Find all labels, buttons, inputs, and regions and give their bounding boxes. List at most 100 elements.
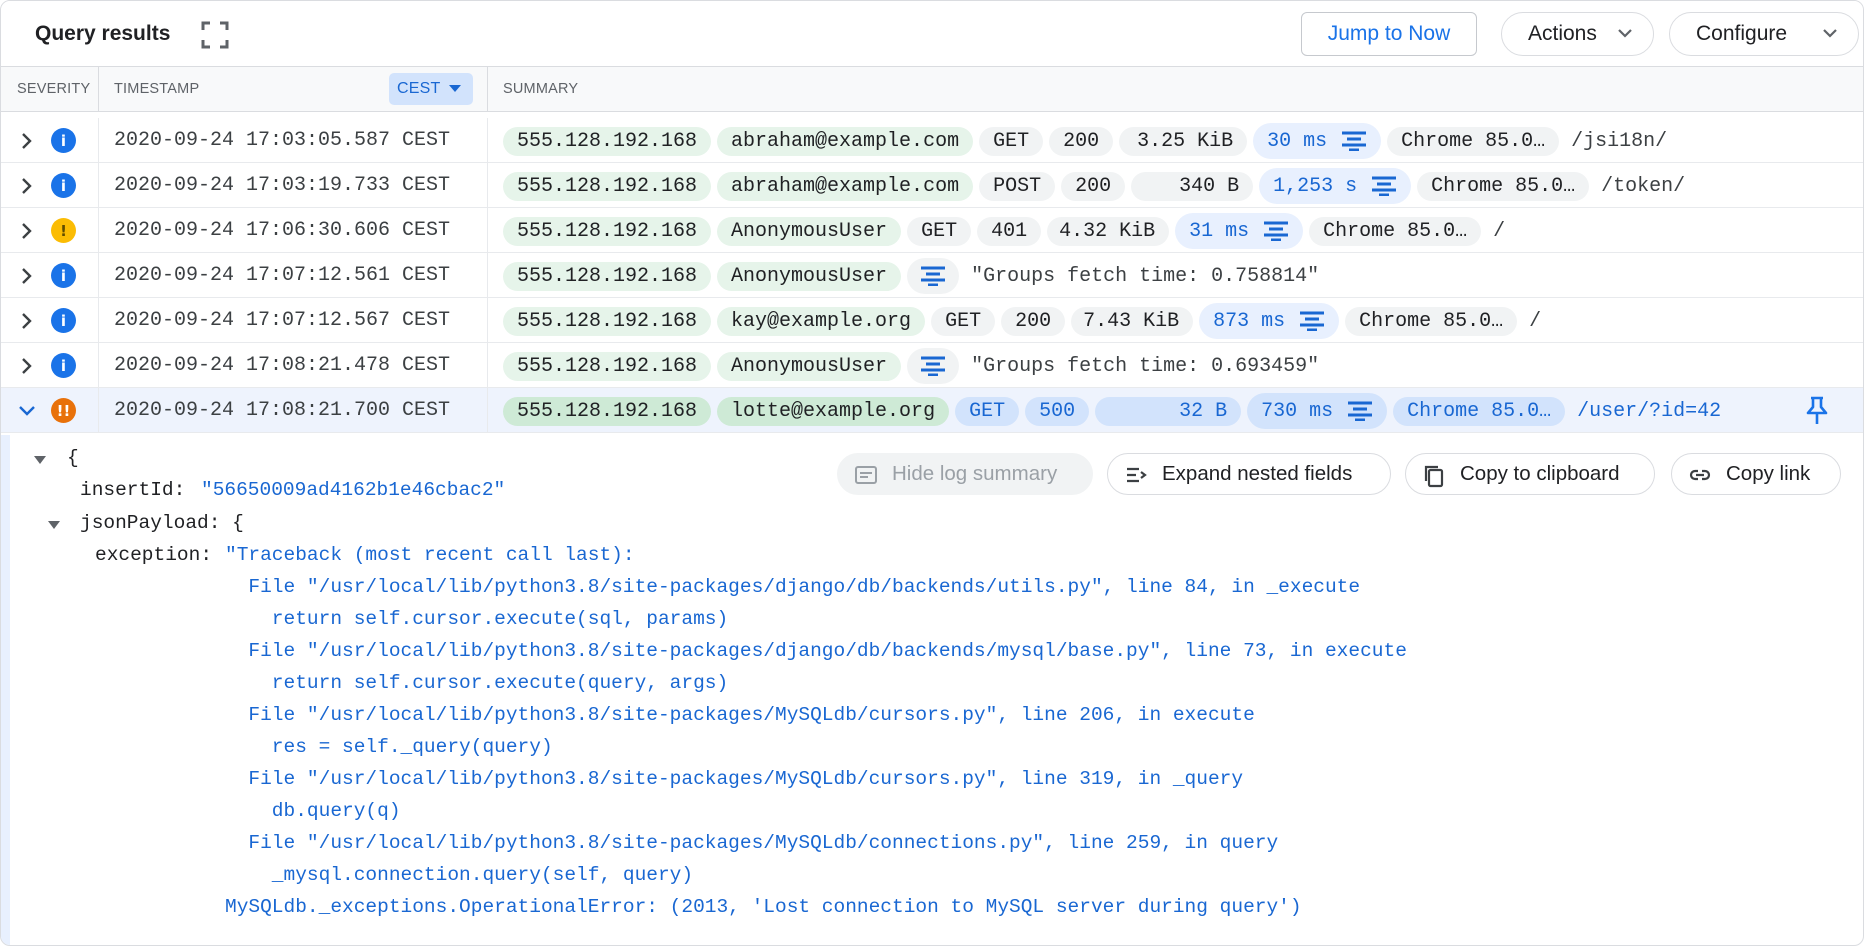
exception-line[interactable]: return self.cursor.execute(query, args) bbox=[225, 672, 728, 694]
insert-id-key: insertId: bbox=[80, 479, 186, 501]
column-divider[interactable] bbox=[98, 67, 99, 112]
chevron-right-icon[interactable] bbox=[17, 266, 37, 286]
exception-line[interactable]: File "/usr/local/lib/python3.8/site-pack… bbox=[225, 768, 1243, 790]
status-chip[interactable]: 401 bbox=[977, 216, 1042, 246]
chevron-right-icon[interactable] bbox=[17, 131, 37, 151]
chevron-right-icon[interactable] bbox=[17, 221, 37, 241]
user-chip[interactable]: abraham@example.com bbox=[717, 171, 974, 201]
column-divider[interactable] bbox=[487, 67, 488, 112]
request-path: /token/ bbox=[1601, 174, 1686, 198]
summary-expand-chip[interactable] bbox=[907, 258, 960, 294]
chevron-right-icon[interactable] bbox=[17, 311, 37, 331]
timestamp-column-header[interactable]: TIMESTAMP bbox=[114, 81, 199, 97]
chevron-down-icon[interactable] bbox=[17, 401, 37, 421]
hide-log-summary-label: Hide log summary bbox=[892, 462, 1058, 485]
info-icon: i bbox=[51, 173, 76, 198]
copy-to-clipboard-label: Copy to clipboard bbox=[1460, 462, 1620, 485]
ip-chip[interactable]: 555.128.192.168 bbox=[503, 126, 712, 156]
user-chip[interactable]: AnonymousUser bbox=[717, 216, 902, 246]
log-entry-row[interactable]: i 2020-09-24 17:03:19.733 CEST 555.128.192… bbox=[1, 163, 1863, 208]
method-chip[interactable]: POST bbox=[979, 171, 1056, 201]
status-chip[interactable]: 200 bbox=[1049, 126, 1114, 156]
method-chip[interactable]: GET bbox=[979, 126, 1044, 156]
chevron-right-icon[interactable] bbox=[17, 176, 37, 196]
jump-to-now-button[interactable]: Jump to Now bbox=[1301, 12, 1477, 56]
actions-menu-button[interactable]: Actions bbox=[1501, 12, 1654, 56]
status-chip[interactable]: 200 bbox=[1001, 306, 1066, 336]
size-chip[interactable]: 4.32 KiB bbox=[1047, 216, 1170, 246]
latency-chip[interactable]: 30 ms bbox=[1253, 123, 1382, 159]
log-entry-row[interactable]: i 2020-09-24 17:03:05.587 CEST 555.128.192… bbox=[1, 118, 1863, 163]
fullscreen-icon[interactable] bbox=[201, 21, 229, 49]
collapse-triangle-icon[interactable] bbox=[48, 520, 60, 530]
column-header: SEVERITY TIMESTAMP CEST SUMMARY bbox=[1, 67, 1863, 112]
user-agent-chip[interactable]: Chrome 85.0… bbox=[1417, 171, 1590, 201]
severity-column-header[interactable]: SEVERITY bbox=[17, 81, 90, 97]
collapse-triangle-icon[interactable] bbox=[34, 455, 46, 465]
summary-lines-icon bbox=[921, 356, 946, 376]
copy-to-clipboard-button[interactable]: Copy to clipboard bbox=[1405, 453, 1655, 495]
exception-line[interactable]: db.query(q) bbox=[225, 800, 401, 822]
log-entry-row[interactable]: ! 2020-09-24 17:06:30.606 CEST 555.128.192… bbox=[1, 208, 1863, 253]
log-entry-row[interactable]: i 2020-09-24 17:08:21.478 CEST 555.128.192… bbox=[1, 343, 1863, 388]
method-chip[interactable]: GET bbox=[955, 396, 1020, 426]
summary-lines-icon bbox=[1264, 221, 1289, 241]
log-entry-row[interactable]: i 2020-09-24 17:07:12.561 CEST 555.128.192… bbox=[1, 253, 1863, 298]
latency-chip[interactable]: 730 ms bbox=[1247, 393, 1388, 429]
latency-chip[interactable]: 873 ms bbox=[1199, 303, 1340, 339]
user-chip[interactable]: kay@example.org bbox=[717, 306, 926, 336]
chevron-right-icon[interactable] bbox=[17, 356, 37, 376]
exception-line[interactable]: _mysql.connection.query(self, query) bbox=[225, 864, 693, 886]
exception-line[interactable]: File "/usr/local/lib/python3.8/site-pack… bbox=[225, 640, 1407, 662]
status-chip[interactable]: 200 bbox=[1061, 171, 1126, 201]
log-timestamp: 2020-09-24 17:07:12.561 CEST bbox=[114, 264, 451, 287]
configure-menu-button[interactable]: Configure bbox=[1669, 12, 1859, 56]
exception-line[interactable]: return self.cursor.execute(sql, params) bbox=[225, 608, 728, 630]
size-chip[interactable]: 3.25 KiB bbox=[1119, 126, 1248, 156]
method-chip[interactable]: GET bbox=[907, 216, 972, 246]
exception-line[interactable]: res = self._query(query) bbox=[225, 736, 553, 758]
exception-line[interactable]: File "/usr/local/lib/python3.8/site-pack… bbox=[225, 832, 1278, 854]
exception-line[interactable]: File "/usr/local/lib/python3.8/site-pack… bbox=[225, 576, 1360, 598]
user-chip[interactable]: AnonymousUser bbox=[717, 351, 902, 381]
insert-id-value[interactable]: "56650009ad4162b1e46cbac2" bbox=[201, 479, 505, 501]
expand-nested-fields-button[interactable]: Expand nested fields bbox=[1107, 453, 1391, 495]
hide-log-summary-button[interactable]: Hide log summary bbox=[837, 453, 1093, 495]
copy-link-button[interactable]: Copy link bbox=[1671, 453, 1841, 495]
user-chip[interactable]: abraham@example.com bbox=[717, 126, 974, 156]
caret-down-icon bbox=[449, 85, 461, 92]
ip-chip[interactable]: 555.128.192.168 bbox=[503, 306, 712, 336]
user-chip[interactable]: AnonymousUser bbox=[717, 261, 902, 291]
user-chip[interactable]: lotte@example.org bbox=[717, 396, 950, 426]
ip-chip[interactable]: 555.128.192.168 bbox=[503, 396, 712, 426]
ip-chip[interactable]: 555.128.192.168 bbox=[503, 171, 712, 201]
pin-icon[interactable] bbox=[1803, 396, 1831, 426]
log-timestamp: 2020-09-24 17:03:05.587 CEST bbox=[114, 129, 451, 152]
log-entry-row[interactable]: !! 2020-09-24 17:08:21.700 CEST 555.128.19… bbox=[1, 388, 1863, 433]
size-chip[interactable]: 7.43 KiB bbox=[1071, 306, 1194, 336]
user-agent-chip[interactable]: Chrome 85.0… bbox=[1393, 396, 1566, 426]
exception-line[interactable]: MySQLdb._exceptions.OperationalError: (2… bbox=[225, 896, 1302, 918]
page-title: Query results bbox=[35, 22, 171, 45]
latency-value: 730 ms bbox=[1261, 399, 1334, 423]
latency-chip[interactable]: 1,253 s bbox=[1259, 168, 1412, 204]
ip-chip[interactable]: 555.128.192.168 bbox=[503, 351, 712, 381]
status-chip[interactable]: 500 bbox=[1025, 396, 1090, 426]
size-chip[interactable]: 32 B bbox=[1095, 396, 1242, 426]
exception-line[interactable]: "Traceback (most recent call last): bbox=[225, 544, 635, 566]
user-agent-chip[interactable]: Chrome 85.0… bbox=[1345, 306, 1518, 336]
latency-chip[interactable]: 31 ms bbox=[1175, 213, 1304, 249]
size-chip[interactable]: 340 B bbox=[1131, 171, 1254, 201]
timezone-select[interactable]: CEST bbox=[389, 73, 473, 105]
summary-expand-chip[interactable] bbox=[907, 348, 960, 384]
ip-chip[interactable]: 555.128.192.168 bbox=[503, 216, 712, 246]
method-chip[interactable]: GET bbox=[931, 306, 996, 336]
exception-line[interactable]: File "/usr/local/lib/python3.8/site-pack… bbox=[225, 704, 1254, 726]
user-agent-chip[interactable]: Chrome 85.0… bbox=[1387, 126, 1560, 156]
ip-chip[interactable]: 555.128.192.168 bbox=[503, 261, 712, 291]
log-timestamp: 2020-09-24 17:08:21.700 CEST bbox=[114, 399, 451, 422]
log-summary: 555.128.192.168 abraham@example.com GET 200… bbox=[503, 123, 1668, 159]
user-agent-chip[interactable]: Chrome 85.0… bbox=[1309, 216, 1482, 246]
request-path: /jsi18n/ bbox=[1571, 129, 1668, 153]
log-entry-row[interactable]: i 2020-09-24 17:07:12.567 CEST 555.128.192… bbox=[1, 298, 1863, 343]
